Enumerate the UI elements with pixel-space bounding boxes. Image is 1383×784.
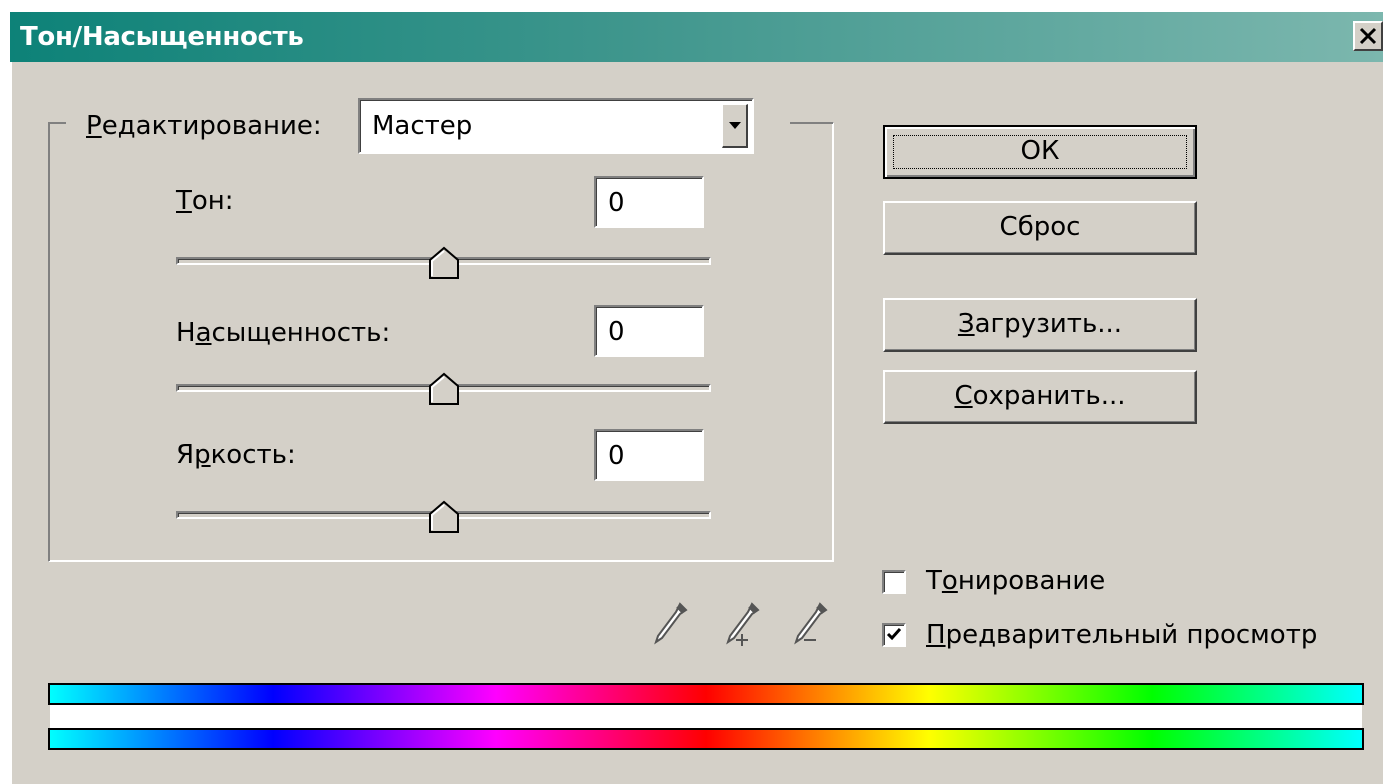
preview-checkbox[interactable]: [882, 623, 906, 647]
eyedropper-plus-icon[interactable]: [722, 600, 762, 648]
checkmark-icon: [886, 628, 902, 641]
saturation-slider-thumb[interactable]: [428, 372, 460, 406]
save-button[interactable]: Сохранить...: [883, 370, 1197, 424]
hue-slider-thumb[interactable]: [428, 246, 460, 280]
saturation-input[interactable]: 0: [594, 305, 704, 357]
dropdown-button[interactable]: [722, 104, 748, 148]
hue-label: Тон:: [176, 186, 234, 216]
close-icon: [1359, 27, 1377, 45]
lightness-label: Яркость:: [176, 440, 296, 470]
edit-channel-value: Мастер: [372, 111, 473, 141]
edit-group-frame: [48, 122, 834, 562]
hue-input[interactable]: 0: [594, 176, 704, 228]
colorize-checkbox[interactable]: [882, 570, 906, 594]
save-label: Сохранить...: [954, 381, 1126, 411]
chevron-down-icon: [729, 122, 741, 129]
close-button[interactable]: [1353, 21, 1383, 51]
reset-label: Сброс: [999, 212, 1081, 242]
focus-rect: [893, 135, 1187, 169]
eyedropper-icon[interactable]: [650, 600, 690, 648]
title-bar[interactable]: Тон/Насыщенность: [10, 12, 1383, 62]
eyedropper-minus-icon[interactable]: [790, 600, 830, 648]
hue-bar-separator: [50, 705, 1362, 728]
input-hue-bar: [48, 683, 1364, 705]
load-label: Загрузить...: [957, 309, 1123, 339]
edit-label: Редактирование:: [86, 111, 322, 141]
preview-label[interactable]: Предварительный просмотр: [926, 620, 1317, 650]
lightness-input[interactable]: 0: [594, 429, 704, 481]
window-title: Тон/Насыщенность: [20, 22, 304, 52]
edit-channel-select[interactable]: Мастер: [358, 98, 754, 154]
colorize-label[interactable]: Тонирование: [926, 566, 1105, 596]
ok-button[interactable]: ОК: [883, 125, 1197, 179]
load-button[interactable]: Загрузить...: [883, 298, 1197, 352]
saturation-label: Насыщенность:: [176, 318, 391, 348]
reset-button[interactable]: Сброс: [883, 201, 1197, 255]
lightness-slider-thumb[interactable]: [428, 500, 460, 534]
output-hue-bar: [48, 728, 1364, 750]
